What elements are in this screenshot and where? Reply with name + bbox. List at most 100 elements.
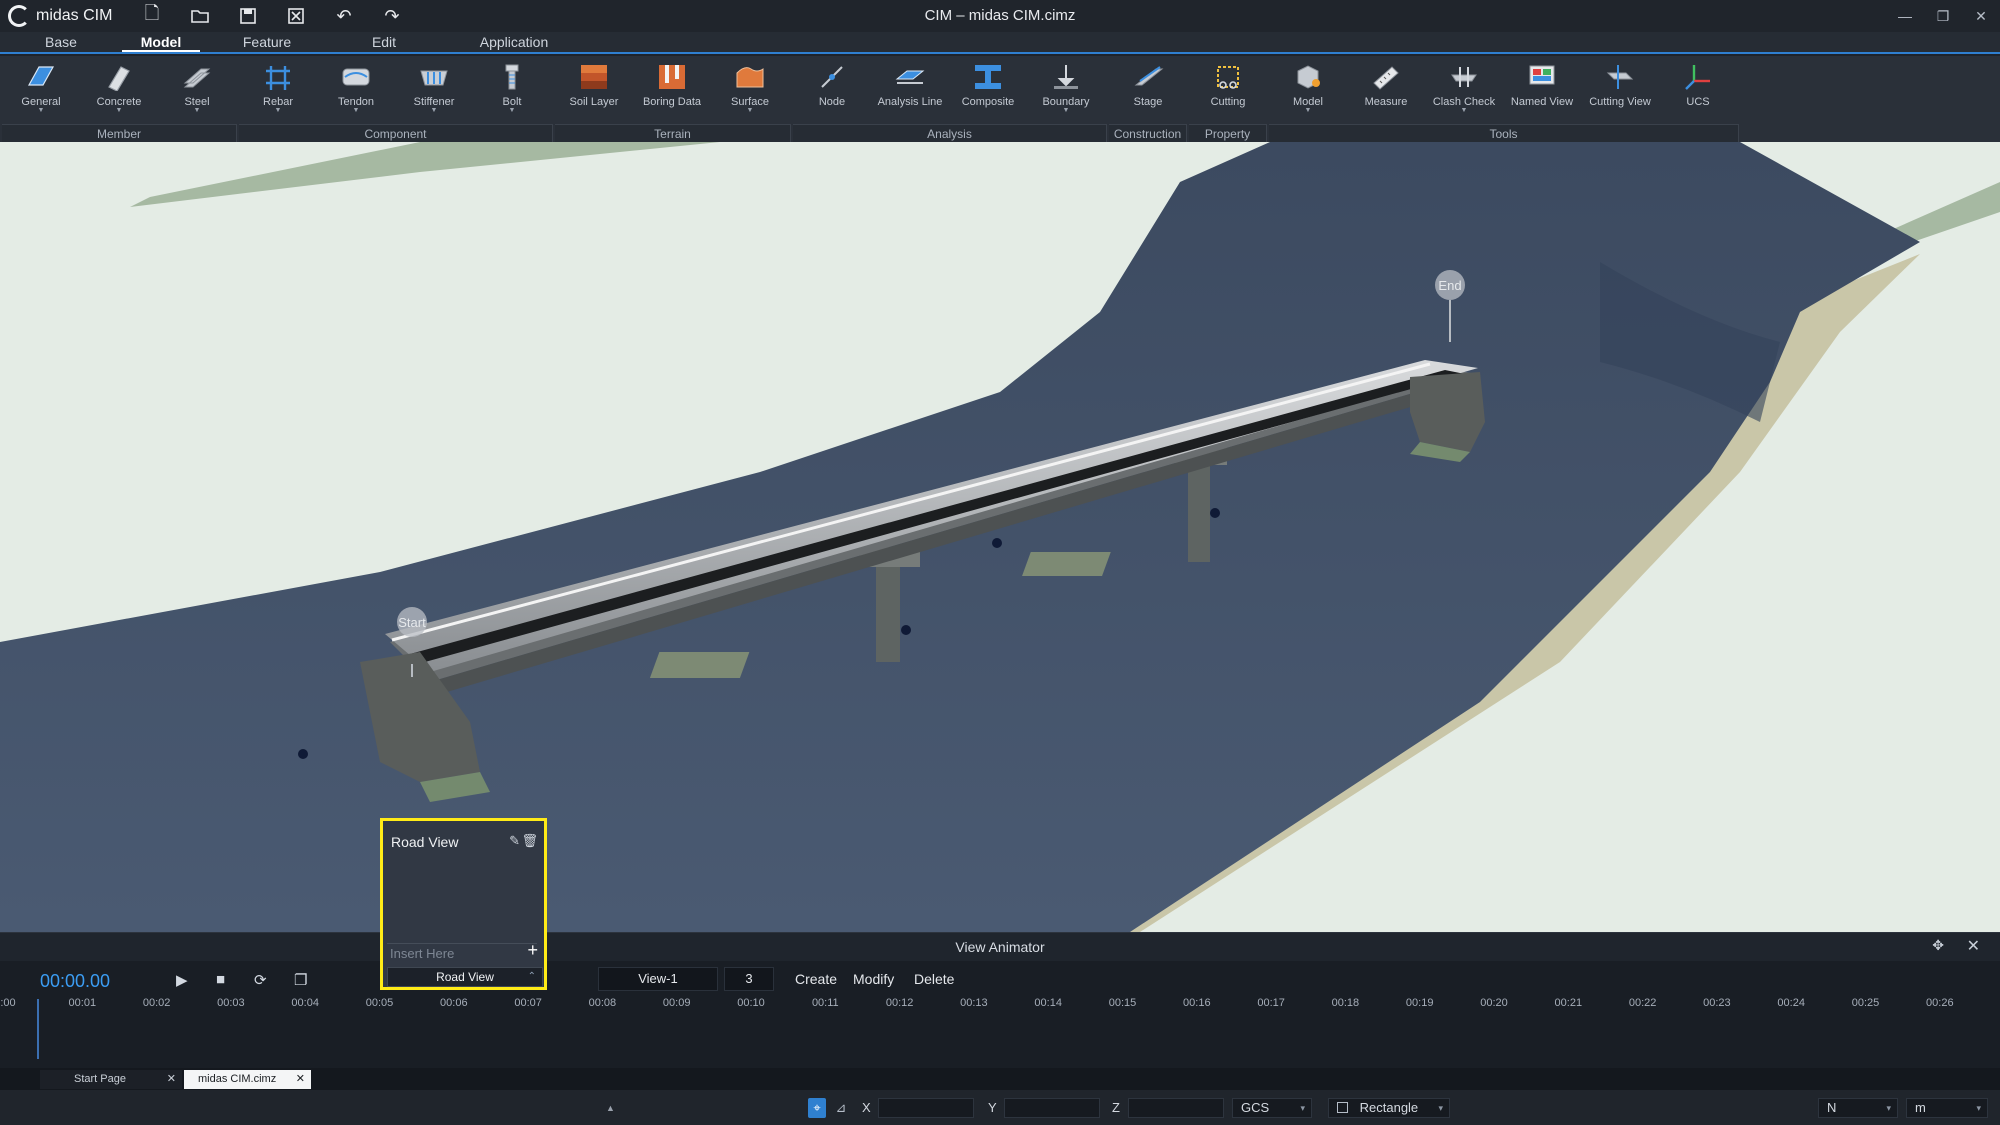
surface-button[interactable]: Surface ▼ xyxy=(711,56,789,120)
coord-system-select[interactable]: GCS ▾ xyxy=(1232,1098,1312,1118)
angle-icon[interactable]: ⊿ xyxy=(832,1098,850,1118)
close-tab-icon[interactable]: ✕ xyxy=(296,1070,305,1089)
node-button[interactable]: Node xyxy=(793,56,871,120)
close-tab-icon[interactable]: ✕ xyxy=(167,1070,176,1089)
cutting-button[interactable]: Cutting xyxy=(1189,56,1267,120)
road-view-title: Road View xyxy=(391,834,459,850)
timeline-tick-label: 00:26 xyxy=(1926,997,1954,1009)
boundary-button[interactable]: Boundary ▼ xyxy=(1027,56,1105,120)
general-button[interactable]: General ▼ xyxy=(2,56,80,120)
length-unit-select[interactable]: m ▾ xyxy=(1906,1098,1988,1118)
trash-icon[interactable]: 🗑 xyxy=(521,833,538,849)
bolt-icon xyxy=(495,62,529,92)
edit-icon[interactable]: ✎ xyxy=(509,833,520,849)
timeline-tick-label: 00:21 xyxy=(1554,997,1583,1009)
model-viewport[interactable]: Start End xyxy=(0,142,2000,932)
ribbon: General ▼ Concrete ▼ Steel ▼ Member Rebar ▼ xyxy=(0,56,2000,142)
survey-point[interactable] xyxy=(992,538,1002,548)
survey-point[interactable] xyxy=(298,749,308,759)
steel-button[interactable]: Steel ▼ xyxy=(158,56,236,120)
view-count-field[interactable]: 3 xyxy=(724,967,774,991)
loop-icon[interactable]: ⟳ xyxy=(254,971,267,989)
ribbon-group-construction: Stage Construction xyxy=(1109,56,1187,142)
road-view-select[interactable]: Road View ⌃ xyxy=(387,967,543,987)
force-unit-select[interactable]: N ▾ xyxy=(1818,1098,1898,1118)
stage-icon xyxy=(1131,62,1165,92)
rebar-button[interactable]: Rebar ▼ xyxy=(239,56,317,120)
timeline-tick-label: 00:07 xyxy=(514,997,542,1009)
pin-icon[interactable]: ✥ xyxy=(1932,937,1944,954)
ucs-button[interactable]: UCS xyxy=(1659,56,1737,120)
analysis-line-button[interactable]: Analysis Line xyxy=(871,56,949,120)
x-coord-label: X xyxy=(862,1100,871,1115)
named-view-button[interactable]: Named View xyxy=(1503,56,1581,120)
survey-point[interactable] xyxy=(901,625,911,635)
close-file-icon[interactable] xyxy=(272,0,320,32)
soil-layer-icon xyxy=(577,62,611,92)
tab-feature[interactable]: Feature xyxy=(200,32,334,52)
tab-application[interactable]: Application xyxy=(434,32,594,52)
z-coord-field[interactable] xyxy=(1128,1098,1224,1118)
close-panel-icon[interactable]: ✕ xyxy=(1967,936,1980,956)
view-name-field[interactable]: View-1 xyxy=(598,967,718,991)
redo-icon[interactable]: ↷ xyxy=(368,0,416,32)
ribbon-group-component: Rebar ▼ Tendon ▼ Stiffener ▼ Bolt ▼ Componen… xyxy=(239,56,553,142)
delete-button[interactable]: Delete xyxy=(914,971,954,987)
x-coord-field[interactable] xyxy=(878,1098,974,1118)
snap-icon[interactable]: ⌖ xyxy=(808,1098,826,1118)
timeline-tick-label: 00:03 xyxy=(217,997,245,1009)
modify-button[interactable]: Modify xyxy=(853,971,894,987)
stiffener-button[interactable]: Stiffener ▼ xyxy=(395,56,473,120)
measure-button[interactable]: Measure xyxy=(1347,56,1425,120)
open-folder-icon[interactable] xyxy=(176,0,224,32)
boring-data-button[interactable]: Boring Data xyxy=(633,56,711,120)
undo-icon[interactable]: ↶ xyxy=(320,0,368,32)
composite-button[interactable]: Composite xyxy=(949,56,1027,120)
tendon-icon xyxy=(339,62,373,92)
timeline-playhead[interactable] xyxy=(37,999,39,1059)
clash-check-button[interactable]: Clash Check ▼ xyxy=(1425,56,1503,120)
view-animator-header: View Animator ✥ ✕ xyxy=(0,933,2000,961)
model-cube-icon xyxy=(1291,62,1325,92)
document-tabs: Start Page ✕ midas CIM.cimz ✕ xyxy=(0,1068,2000,1090)
tendon-button[interactable]: Tendon ▼ xyxy=(317,56,395,120)
expand-up-icon[interactable]: ▲ xyxy=(606,1098,615,1118)
timeline-tick-label: 00:16 xyxy=(1183,997,1211,1009)
concrete-button[interactable]: Concrete ▼ xyxy=(80,56,158,120)
bolt-button[interactable]: Bolt ▼ xyxy=(473,56,551,120)
doc-tab-midas-cim[interactable]: midas CIM.cimz ✕ xyxy=(184,1070,311,1089)
road-view-popup: Road View ✎ 🗑 + Road View ⌃ xyxy=(380,818,547,990)
analysis-line-icon xyxy=(893,62,927,92)
close-window-icon[interactable]: ✕ xyxy=(1962,0,2000,32)
ribbon-group-terrain: Soil Layer Boring Data Surface ▼ Terrain xyxy=(555,56,791,142)
tab-edit[interactable]: Edit xyxy=(334,32,434,52)
timeline-tick-label: 00:20 xyxy=(1480,997,1508,1009)
insert-view-input[interactable] xyxy=(387,943,537,963)
save-icon[interactable] xyxy=(224,0,272,32)
survey-point[interactable] xyxy=(1210,508,1220,518)
stop-icon[interactable]: ■ xyxy=(216,971,225,988)
midas-logo-icon xyxy=(8,5,30,27)
tab-model[interactable]: Model xyxy=(122,32,200,52)
minimize-icon[interactable]: — xyxy=(1886,0,1924,32)
general-member-icon xyxy=(24,62,58,92)
soil-layer-button[interactable]: Soil Layer xyxy=(555,56,633,120)
restore-icon[interactable]: ❐ xyxy=(1924,0,1962,32)
selection-mode-select[interactable]: Rectangle ▾ xyxy=(1328,1098,1450,1118)
cutting-view-button[interactable]: Cutting View xyxy=(1581,56,1659,120)
timeline-tick-label: :00 xyxy=(0,997,16,1009)
add-icon[interactable]: + xyxy=(527,940,538,961)
y-coord-field[interactable] xyxy=(1004,1098,1100,1118)
svg-text:Start: Start xyxy=(398,615,426,630)
tab-base[interactable]: Base xyxy=(0,32,122,52)
create-button[interactable]: Create xyxy=(795,971,837,987)
steel-beam-icon xyxy=(180,62,214,92)
model-tool-button[interactable]: Model ▼ xyxy=(1269,56,1347,120)
copy-icon[interactable]: ❐ xyxy=(294,971,307,989)
doc-tab-start-page[interactable]: Start Page ✕ xyxy=(40,1070,182,1089)
group-label-component: Component xyxy=(239,124,553,142)
boring-data-icon xyxy=(655,62,689,92)
play-icon[interactable]: ▶ xyxy=(176,971,188,989)
stage-button[interactable]: Stage xyxy=(1109,56,1187,120)
new-file-icon[interactable]: 🗋 xyxy=(128,0,176,32)
